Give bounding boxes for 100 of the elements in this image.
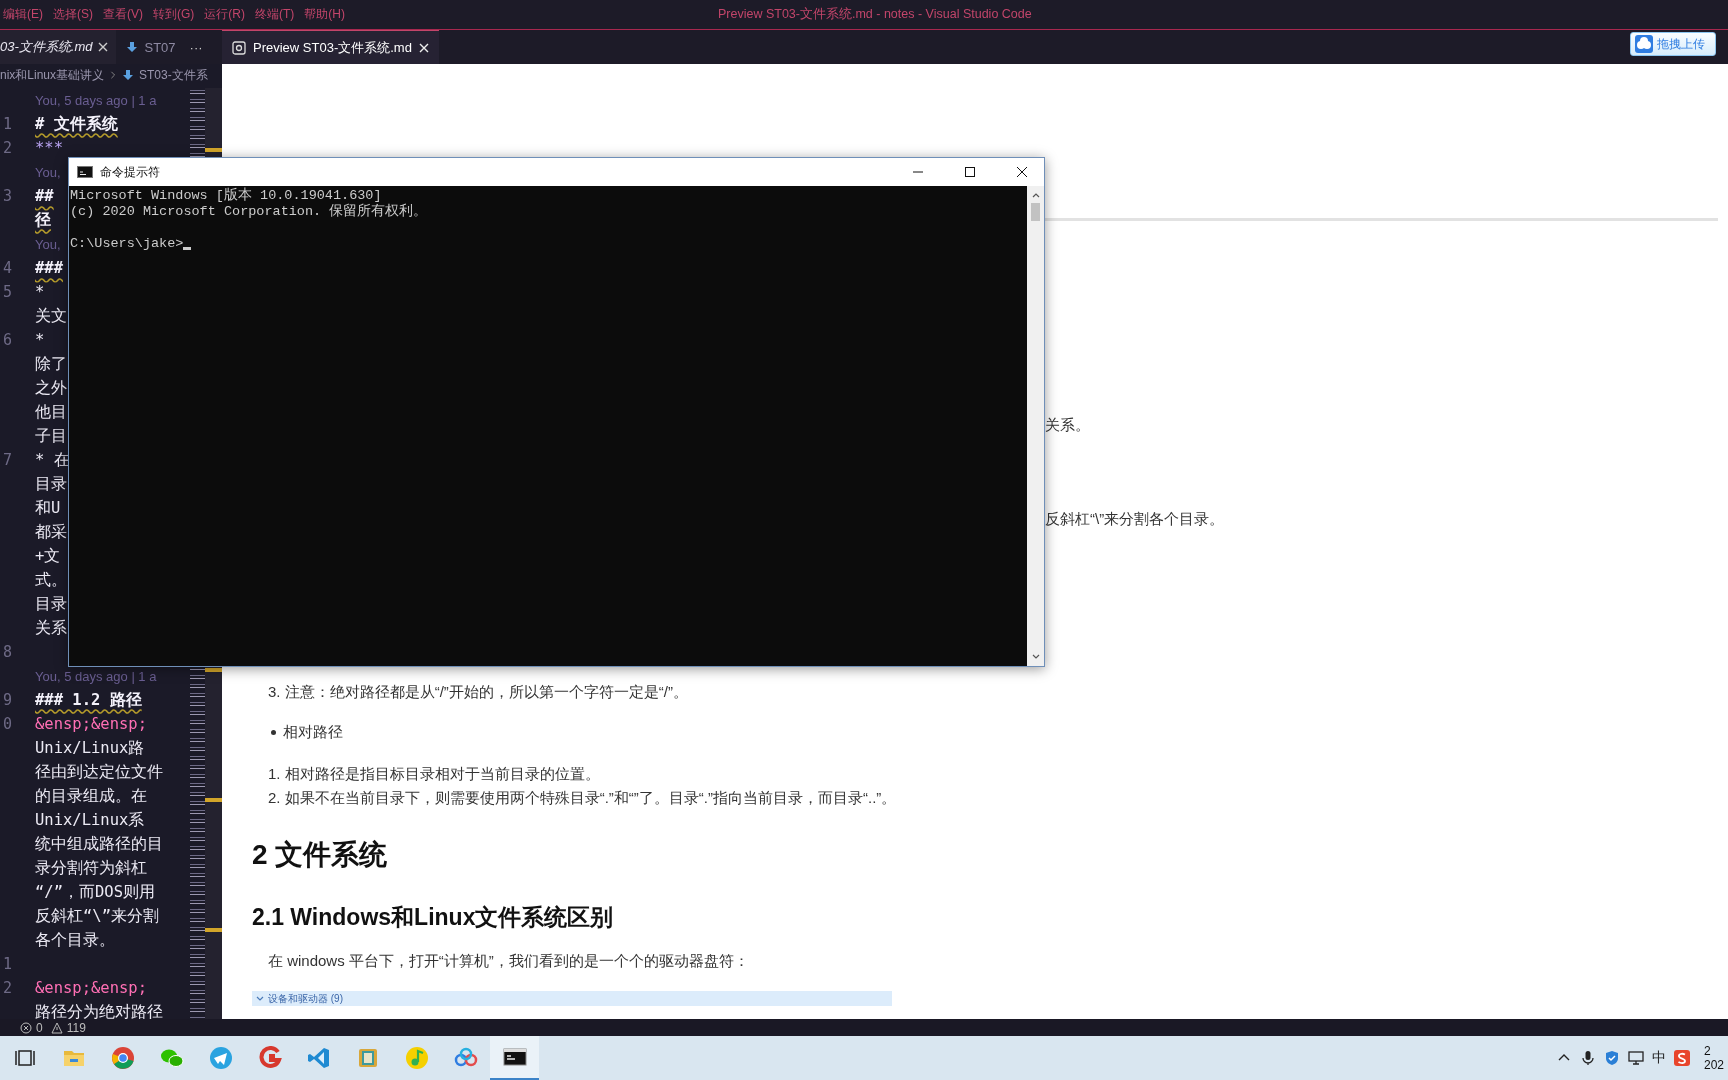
line-number: 5 <box>2 283 12 301</box>
menu-item[interactable]: 选择(S) <box>53 6 93 23</box>
line-number: 3 <box>2 187 12 205</box>
download-arrow-icon <box>122 69 135 81</box>
line-number: 6 <box>2 331 12 349</box>
paragraph-text: 在 windows 平台下，打开“计算机”，我们看到的是一个个的驱动器盘符： <box>268 951 750 971</box>
music-note-icon <box>404 1046 429 1070</box>
code-line: * 在 <box>35 449 70 471</box>
clock-date[interactable]: 202 <box>1704 1058 1725 1072</box>
shield-icon[interactable] <box>1604 1050 1620 1066</box>
error-icon[interactable] <box>20 1021 32 1034</box>
code-line: +文 <box>35 545 61 567</box>
upload-button[interactable]: 拖拽上传 <box>1630 32 1716 56</box>
blame-annotation: You, 5 days ago | 1 a <box>35 668 157 684</box>
code-line: 径由到达定位文件 <box>35 761 163 783</box>
code-line: # 文件系统 <box>35 113 118 135</box>
line-number: 7 <box>2 451 12 469</box>
menu-item[interactable]: 帮助(H) <box>304 6 345 23</box>
line-number: 0 <box>2 715 12 733</box>
code-line: * <box>35 283 45 301</box>
code-line: 之外 <box>35 377 67 399</box>
menu-item[interactable]: 运行(R) <box>204 6 245 23</box>
cloud-icon <box>1635 35 1653 53</box>
download-arrow-icon <box>126 41 139 53</box>
console-line: (c) 2020 Microsoft Corporation. 保留所有权利。 <box>70 204 429 220</box>
error-count[interactable]: 0 <box>36 1020 43 1035</box>
close-icon[interactable] <box>98 42 109 52</box>
code-line: ### <box>35 259 63 277</box>
scroll-down-icon[interactable] <box>1031 653 1040 661</box>
microphone-icon[interactable] <box>1580 1050 1596 1066</box>
code-line: 的目录组成。在 <box>35 785 147 807</box>
menu-item[interactable]: 终端(T) <box>255 6 295 23</box>
paragraph-text: 关系。 <box>1045 415 1091 435</box>
code-line: 统中组成路径的目 <box>35 833 163 855</box>
breadcrumb-item[interactable]: ST03-文件系 <box>139 66 208 84</box>
preview-icon <box>232 40 246 55</box>
close-icon <box>1016 167 1027 177</box>
menu-item[interactable]: 查看(V) <box>103 6 143 23</box>
code-line: 反斜杠“\”来分割 <box>35 905 159 927</box>
clock-time[interactable]: 2 <box>1704 1044 1711 1058</box>
code-line: 录分割符为斜杠 <box>35 857 147 879</box>
ribbon-icon <box>306 1046 331 1070</box>
code-line: ### 1.2 路径 <box>35 689 142 711</box>
editor-tab[interactable]: ST07 <box>116 30 184 64</box>
code-line: 路径分为绝对路径 <box>35 1001 163 1019</box>
swirl-icon <box>257 1046 282 1070</box>
monitor-icon[interactable] <box>1628 1050 1644 1066</box>
taskbar-button[interactable] <box>490 1036 539 1080</box>
chevron-down-icon <box>256 994 264 1003</box>
code-line: 和U <box>35 497 61 519</box>
console-line: Microsoft Windows [版本 10.0.19041.630] <box>70 188 383 203</box>
preview-tab[interactable]: Preview ST03-文件系统.md <box>222 30 439 64</box>
line-number: 2 <box>2 979 12 997</box>
warning-count[interactable]: 119 <box>66 1020 86 1035</box>
code-line: Unix/Linux系 <box>35 809 145 831</box>
code-line: 关文 <box>35 305 67 327</box>
list-item: 2. 如果不在当前目录下，则需要使用两个特殊目录“.”和“”了。目录“.”指向当前目录，而目录“..”。 <box>268 788 898 808</box>
code-line: &ensp;&ensp; <box>35 715 147 733</box>
code-line: &ensp;&ensp; <box>35 979 147 997</box>
line-number: 2 <box>2 139 12 157</box>
warning-icon[interactable] <box>50 1021 63 1034</box>
heading: 2.1 Windows和Linux文件系统区别 <box>252 903 615 932</box>
color-wheel-icon <box>110 1046 135 1070</box>
blame-annotation: You, <box>35 236 61 252</box>
input-method-indicator[interactable]: 中 <box>1652 1049 1666 1067</box>
paper-plane-icon <box>208 1046 233 1070</box>
line-number: 4 <box>2 259 12 277</box>
maximize-icon <box>964 167 975 177</box>
blame-annotation: You, 5 days ago | 1 a <box>35 92 157 108</box>
console-prompt: C:\Users\jake> <box>70 236 184 252</box>
code-line: *** <box>35 139 63 157</box>
swirl-icon[interactable] <box>1674 1050 1690 1066</box>
menu-item[interactable]: 转到(G) <box>153 6 195 23</box>
code-line: “/”，而DOS则用 <box>35 881 155 903</box>
text-cursor <box>183 247 192 250</box>
breadcrumb-item[interactable]: nix和Linux基础讲义 <box>0 66 105 84</box>
code-line: 除了 <box>35 353 67 375</box>
line-number: 9 <box>2 691 12 709</box>
more-tabs-button[interactable]: ··· <box>183 39 209 55</box>
window-title: Preview ST03-文件系统.md - notes - Visual Studio Code <box>718 6 1032 23</box>
editor-tab[interactable]: 03-文件系统.md <box>0 30 117 64</box>
terminal-icon <box>502 1045 527 1069</box>
scroll-up-icon[interactable] <box>1031 191 1040 199</box>
line-number: 1 <box>2 115 12 133</box>
console-area[interactable]: Microsoft Windows [版本 10.0.19041.630] (c) 2020 Microsoft Corporation. 保留所有权利。 C:\Users\jake> <box>69 186 1027 666</box>
terminal-icon <box>77 166 93 178</box>
paragraph-text: 反斜杠“\”来分割各个目录。 <box>1045 509 1226 529</box>
list-item: 相对路径 <box>283 722 343 742</box>
line-number: 8 <box>2 643 12 661</box>
menu-item[interactable]: 编辑(E) <box>3 6 43 23</box>
code-line: 子目 <box>35 425 67 447</box>
code-line: 径 <box>35 209 51 231</box>
line-number: 1 <box>2 955 12 973</box>
code-line: 式。 <box>35 569 67 591</box>
scrollbar-thumb[interactable] <box>1031 203 1040 221</box>
group-title: 设备和驱动器 (9) <box>268 991 343 1006</box>
bullet-icon <box>271 729 276 735</box>
blame-annotation: You, <box>35 164 61 180</box>
scrollbar-track[interactable] <box>1027 186 1044 666</box>
heading: 2 文件系统 <box>252 838 389 872</box>
